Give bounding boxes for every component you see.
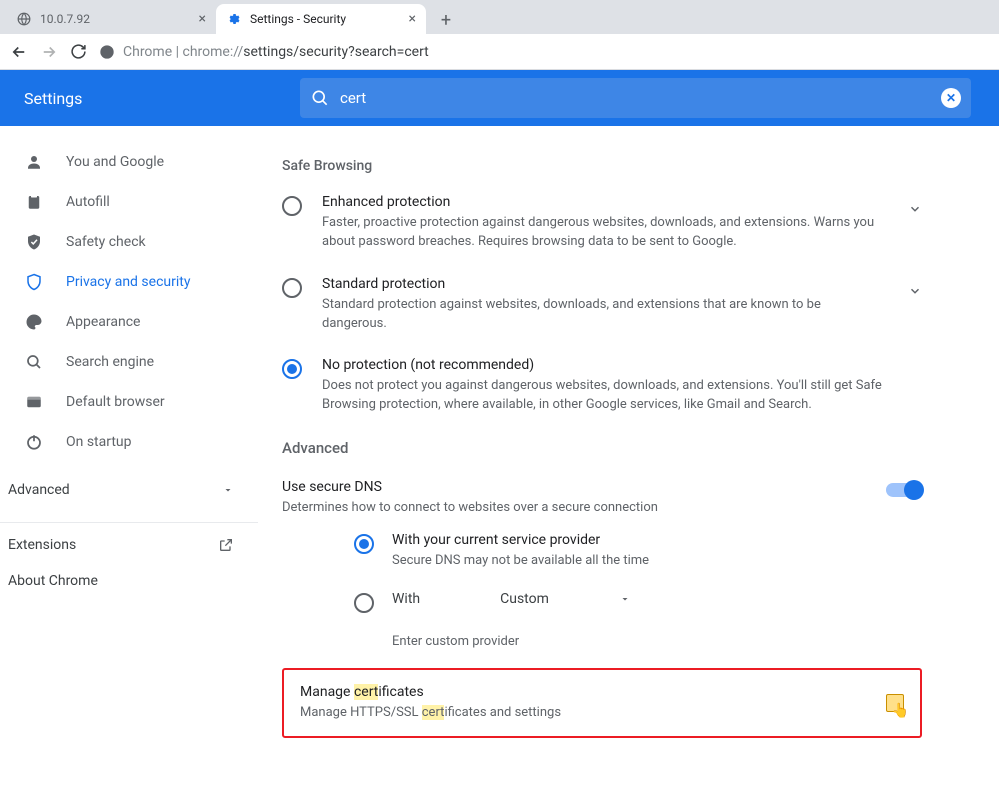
- back-button[interactable]: [10, 43, 28, 61]
- sidebar-item-label: Default browser: [66, 394, 165, 410]
- sidebar-item-privacy-security[interactable]: Privacy and security: [0, 262, 258, 302]
- option-title: Enhanced protection: [322, 194, 888, 210]
- sidebar-item-label: Privacy and security: [66, 274, 190, 290]
- power-icon: [24, 433, 44, 451]
- dns-option-custom[interactable]: With Custom: [354, 591, 922, 613]
- manage-certificates-desc: Manage HTTPS/SSL certificates and settin…: [300, 704, 561, 723]
- globe-icon: [16, 11, 32, 27]
- browser-icon: [24, 393, 44, 411]
- sidebar-item-appearance[interactable]: Appearance: [0, 302, 258, 342]
- sidebar-item-autofill[interactable]: Autofill: [0, 182, 258, 222]
- sidebar-advanced-toggle[interactable]: Advanced: [0, 462, 258, 518]
- close-icon[interactable]: ×: [199, 11, 206, 27]
- sidebar-item-you-and-google[interactable]: You and Google: [0, 142, 258, 182]
- sidebar-item-search-engine[interactable]: Search engine: [0, 342, 258, 382]
- settings-sidebar: You and Google Autofill Safety check Pri…: [0, 126, 258, 802]
- reload-button[interactable]: [70, 43, 87, 60]
- chevron-down-icon: [619, 593, 631, 605]
- sidebar-item-label: Search engine: [66, 354, 154, 370]
- divider: [0, 522, 258, 523]
- sidebar-item-label: You and Google: [66, 154, 164, 170]
- radio-button[interactable]: [282, 278, 302, 298]
- radio-button[interactable]: [282, 196, 302, 216]
- settings-search[interactable]: cert ✕: [300, 78, 971, 118]
- chrome-icon: [99, 44, 115, 60]
- sidebar-item-label: Autofill: [66, 194, 110, 210]
- manage-certificates-row[interactable]: Manage certificates Manage HTTPS/SSL cer…: [282, 668, 922, 739]
- browser-toolbar: Chrome | chrome://settings/security?sear…: [0, 34, 999, 70]
- radio-button[interactable]: [282, 359, 302, 379]
- browser-tab[interactable]: 10.0.7.92 ×: [6, 4, 216, 34]
- sidebar-item-default-browser[interactable]: Default browser: [0, 382, 258, 422]
- forward-button[interactable]: [40, 43, 58, 61]
- manage-certificates-title: Manage certificates: [300, 684, 561, 700]
- sidebar-item-label: Safety check: [66, 234, 146, 250]
- secure-dns-toggle[interactable]: [886, 483, 922, 497]
- option-desc: Standard protection against websites, do…: [322, 296, 888, 334]
- secure-dns-title: Use secure DNS: [282, 479, 658, 495]
- dns-option-current-provider[interactable]: With your current service provider Secur…: [354, 532, 922, 571]
- safe-browsing-option-standard[interactable]: Standard protection Standard protection …: [282, 276, 922, 334]
- shield-icon: [24, 273, 44, 291]
- settings-content: Safe Browsing Enhanced protection Faster…: [258, 126, 999, 802]
- clipboard-icon: [24, 193, 44, 211]
- search-icon: [24, 353, 44, 371]
- gear-icon: [226, 11, 242, 27]
- settings-app: Settings cert ✕ You and Google Autofill …: [0, 70, 999, 802]
- open-external-icon: [218, 537, 234, 553]
- radio-button[interactable]: [354, 534, 374, 554]
- open-external-icon[interactable]: 👆: [886, 694, 904, 712]
- dns-enter-custom: Enter custom provider: [354, 633, 922, 652]
- sidebar-item-on-startup[interactable]: On startup: [0, 422, 258, 462]
- sidebar-about-link[interactable]: About Chrome: [0, 563, 258, 599]
- sidebar-extensions-link[interactable]: Extensions: [0, 527, 258, 563]
- option-desc: Faster, proactive protection against dan…: [322, 214, 888, 252]
- browser-tabstrip: 10.0.7.92 × Settings - Security × +: [0, 0, 999, 34]
- secure-dns-row: Use secure DNS Determines how to connect…: [282, 479, 922, 518]
- tab-title: Settings - Security: [250, 12, 401, 26]
- new-tab-button[interactable]: +: [432, 6, 460, 34]
- sidebar-item-label: Appearance: [66, 314, 140, 330]
- browser-tab[interactable]: Settings - Security ×: [216, 4, 426, 34]
- shield-check-icon: [24, 233, 44, 251]
- tab-title: 10.0.7.92: [40, 12, 191, 26]
- settings-header: Settings cert ✕: [0, 70, 999, 126]
- address-bar[interactable]: Chrome | chrome://settings/security?sear…: [99, 44, 989, 60]
- cursor-icon: 👆: [892, 703, 909, 719]
- safe-browsing-option-none[interactable]: No protection (not recommended) Does not…: [282, 357, 922, 415]
- option-title: No protection (not recommended): [322, 357, 922, 373]
- search-icon: [310, 88, 330, 108]
- search-value: cert: [340, 89, 941, 107]
- settings-title: Settings: [0, 89, 300, 108]
- palette-icon: [24, 313, 44, 331]
- radio-button[interactable]: [354, 593, 374, 613]
- option-desc: Does not protect you against dangerous w…: [322, 377, 922, 415]
- clear-search-button[interactable]: ✕: [941, 88, 961, 108]
- dns-custom-select[interactable]: Custom: [500, 591, 631, 607]
- option-title: Standard protection: [322, 276, 888, 292]
- advanced-heading: Advanced: [282, 439, 922, 457]
- close-icon[interactable]: ×: [409, 11, 416, 27]
- safe-browsing-heading: Safe Browsing: [282, 158, 922, 174]
- chevron-down-icon[interactable]: [908, 194, 922, 216]
- chevron-down-icon: [222, 484, 234, 496]
- sidebar-item-label: On startup: [66, 434, 132, 450]
- chevron-down-icon[interactable]: [908, 276, 922, 298]
- safe-browsing-option-enhanced[interactable]: Enhanced protection Faster, proactive pr…: [282, 194, 922, 252]
- secure-dns-desc: Determines how to connect to websites ov…: [282, 499, 658, 518]
- person-icon: [24, 153, 44, 171]
- sidebar-item-safety-check[interactable]: Safety check: [0, 222, 258, 262]
